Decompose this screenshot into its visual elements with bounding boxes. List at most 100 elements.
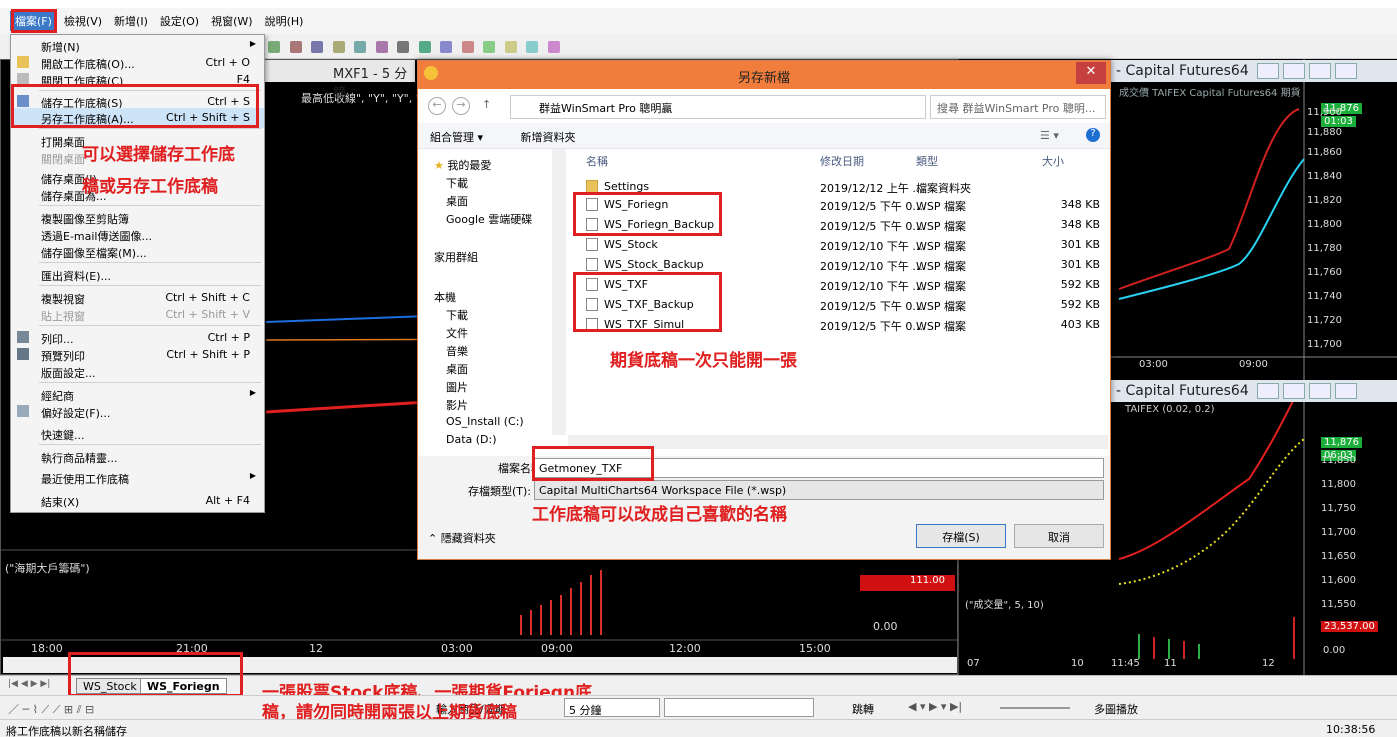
nav-pc-downloads[interactable]: 下載 [446, 307, 468, 327]
menu-label: 偏好設定(F)... [41, 407, 111, 420]
playback-controls-icon[interactable]: ◀ ▾ ▶ ▾ ▶| [908, 700, 962, 713]
nav-music[interactable]: 音樂 [446, 343, 468, 363]
play-icon[interactable] [461, 41, 474, 53]
menu-item-page-setup[interactable]: 版面設定... [11, 362, 264, 382]
nav-this-pc[interactable]: 本機 [434, 289, 456, 309]
grid-icon[interactable] [397, 41, 409, 53]
save-button[interactable]: 存檔(S) [916, 524, 1006, 548]
help-icon[interactable]: ? [1086, 128, 1100, 142]
back-arrow-icon[interactable]: ← [428, 97, 446, 115]
refresh-icon[interactable] [547, 41, 560, 53]
up-arrow-icon[interactable]: ↑ [482, 98, 491, 111]
file-list-hscrollbar[interactable] [568, 435, 1108, 449]
pause-icon[interactable] [483, 41, 495, 53]
maximize-button[interactable] [1309, 383, 1332, 399]
menu-settings[interactable]: 設定(O) [155, 11, 204, 31]
nav-drive-d[interactable]: Data (D:) [446, 433, 497, 447]
col-type[interactable]: 類型 [916, 153, 938, 169]
nav-drive-c[interactable]: OS_Install (C:) [446, 415, 524, 435]
menu-insert[interactable]: 新增(I) [109, 11, 153, 31]
file-row[interactable]: Settings 2019/12/12 上午 ... 檔案資料夾 [568, 177, 1108, 197]
menu-item-paste-window[interactable]: 貼上視窗 Ctrl + Shift + V [11, 305, 264, 325]
multi-play-button[interactable]: 多圖播放 [1094, 701, 1138, 717]
menu-window[interactable]: 視窗(W) [206, 11, 257, 31]
tile-button[interactable] [1257, 63, 1280, 79]
menu-item-hotkeys[interactable]: 快速鍵... [11, 424, 264, 444]
menu-view[interactable]: 檢視(V) [59, 11, 107, 31]
format-icon[interactable] [354, 41, 366, 53]
file-row[interactable]: WS_Foriegn_Backup 2019/12/5 下午 0... WSP 檔案… [568, 215, 1108, 235]
nav-google-drive[interactable]: Google 雲端硬碟 [446, 211, 532, 231]
menu-label: 關閉工作底稿(C) [41, 75, 124, 88]
menu-item-preferences[interactable]: 偏好設定(F)... [11, 402, 264, 422]
color-tool-icon[interactable] [289, 41, 302, 53]
symbol-input[interactable] [664, 698, 814, 717]
col-date[interactable]: 修改日期 [820, 153, 864, 169]
file-name: WS_Foriegn [604, 198, 669, 211]
tile-button[interactable] [1257, 383, 1280, 399]
file-row[interactable]: WS_TXF_Simul 2019/12/5 下午 0... WSP 檔案 403 K… [568, 315, 1108, 335]
file-row[interactable]: WS_Stock_Backup 2019/12/10 下午 ... WSP 檔案 30… [568, 255, 1108, 275]
file-row[interactable]: WS_TXF_Backup 2019/12/5 下午 0... WSP 檔案 592 … [568, 295, 1108, 315]
zoom-icon[interactable] [375, 41, 388, 53]
nav-pictures[interactable]: 圖片 [446, 379, 468, 399]
minimize-button[interactable] [1283, 63, 1306, 79]
window-icon[interactable] [440, 41, 452, 53]
nav-favorites[interactable]: ★ 我的最愛 [434, 157, 491, 177]
filename-input[interactable]: Getmoney_TXF [534, 458, 1104, 478]
indicator-icon[interactable] [311, 41, 323, 53]
drawing-tools-icon[interactable]: ／ ─ ⌇ ⟋ ⟋ ⊞ ⫽ ⊟ [8, 701, 94, 717]
menu-item-exit[interactable]: 結束(X) Alt + F4 [11, 491, 264, 511]
tab-ws-foriegn[interactable]: WS_Foriegn [140, 678, 227, 694]
col-size[interactable]: 大小 [1042, 153, 1064, 169]
magnify-icon[interactable] [526, 41, 538, 53]
new-folder-button[interactable]: 新增資料夾 [521, 131, 576, 144]
file-row[interactable]: WS_TXF 2019/12/10 下午 ... WSP 檔案 592 KB [568, 275, 1108, 295]
menu-separator [39, 444, 261, 445]
filetype-select[interactable]: Capital MultiCharts64 Workspace File (*.… [534, 480, 1104, 500]
nav-documents[interactable]: 文件 [446, 325, 468, 345]
trend-icon[interactable] [418, 41, 431, 53]
menu-item-close[interactable]: 關閉工作底稿(C) F4 [11, 70, 264, 90]
playback-slider[interactable] [1000, 707, 1070, 709]
nav-downloads[interactable]: 下載 [446, 175, 468, 195]
strategy-icon[interactable] [332, 41, 345, 53]
forward-arrow-icon[interactable]: → [452, 97, 470, 115]
nav-desktop[interactable]: 桌面 [446, 193, 468, 213]
dialog-close-button[interactable]: ✕ [1076, 62, 1106, 84]
nav-videos[interactable]: 影片 [446, 397, 468, 417]
annotation-rename: 工作底稿可以改成自己喜歡的名稱 [532, 505, 787, 525]
col-name[interactable]: 名稱 [586, 153, 608, 169]
hide-folders-toggle[interactable]: ⌃ 隱藏資料夾 [428, 530, 496, 546]
drawing-tool-icon[interactable] [268, 41, 280, 53]
menu-item-save-as[interactable]: 另存工作底稿(A)... Ctrl + Shift + S [11, 108, 264, 128]
close-window-button[interactable] [1335, 383, 1358, 399]
nav-homegroup[interactable]: 家用群組 [434, 249, 478, 269]
menu-item-save-image[interactable]: 儲存圖像至檔案(M)... [11, 242, 264, 262]
organize-button[interactable]: 組合管理 ▾ [430, 131, 483, 144]
file-row[interactable]: WS_Stock 2019/12/10 下午 ... WSP 檔案 301 KB [568, 235, 1108, 255]
folder-icon [586, 180, 598, 193]
left-hscrollbar[interactable] [3, 657, 957, 673]
tab-nav-arrows-icon[interactable]: |◀ ◀ ▶ ▶| [8, 679, 50, 689]
nav-scrollbar[interactable] [552, 149, 566, 435]
interval-select[interactable]: 5 分鐘 [564, 698, 660, 717]
menu-file[interactable]: 檔案(F) [10, 11, 57, 31]
file-row[interactable]: WS_Foriegn 2019/12/5 下午 0... WSP 檔案 348 KB [568, 195, 1108, 215]
close-window-button[interactable] [1335, 63, 1358, 79]
menu-item-symbol-wizard[interactable]: 執行商品精靈... [11, 447, 264, 467]
jump-button[interactable]: 跳轉 [852, 701, 874, 717]
address-bar[interactable]: 群益WinSmart Pro 聰明贏 [510, 95, 926, 119]
nav-pc-desktop[interactable]: 桌面 [446, 361, 468, 381]
maximize-button[interactable] [1309, 63, 1332, 79]
tab-ws-stock[interactable]: WS_Stock [76, 678, 144, 694]
view-options-icon[interactable]: ☰ ▾ [1040, 129, 1059, 142]
menu-item-export[interactable]: 匯出資料(E)... [11, 265, 264, 285]
menu-item-recent[interactable]: 最近使用工作底稿 ▶ [11, 468, 264, 488]
step-icon[interactable] [504, 41, 517, 53]
menu-help[interactable]: 說明(H) [260, 11, 309, 31]
search-input[interactable]: 搜尋 群益WinSmart Pro 聰明... [930, 95, 1106, 119]
x-tick: 07 [967, 658, 980, 669]
cancel-button[interactable]: 取消 [1014, 524, 1104, 548]
minimize-button[interactable] [1283, 383, 1306, 399]
